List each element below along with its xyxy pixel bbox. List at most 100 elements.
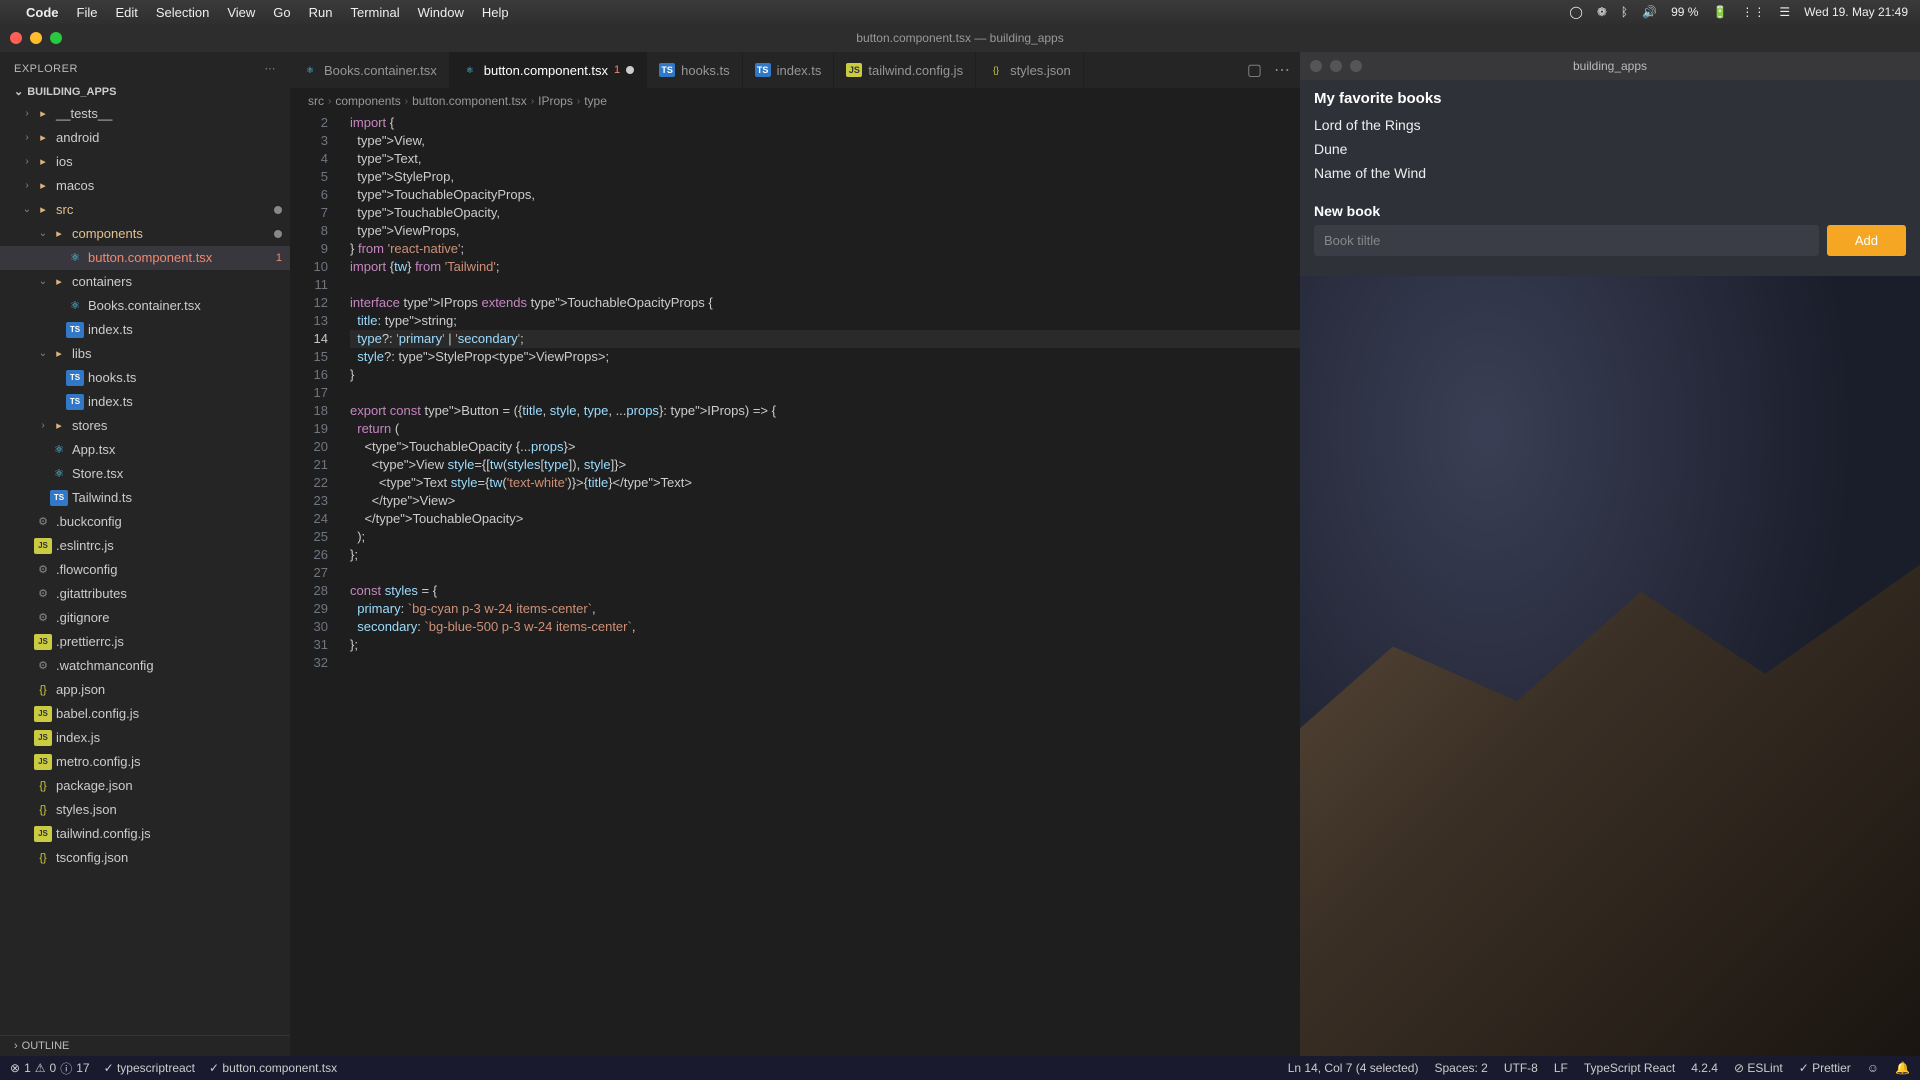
code-line[interactable]: type">Text, — [350, 150, 1300, 168]
tree-item--gitattributes[interactable]: ⚙.gitattributes — [0, 582, 290, 606]
status-icon[interactable]: ❁ — [1597, 5, 1607, 19]
tree-item-hooks-ts[interactable]: TShooks.ts — [0, 366, 290, 390]
menu-file[interactable]: File — [77, 5, 98, 20]
breadcrumb-item[interactable]: button.component.tsx — [412, 94, 527, 108]
code-line[interactable]: export const type">Button = ({title, sty… — [350, 402, 1300, 420]
tree-item-tailwind-ts[interactable]: TSTailwind.ts — [0, 486, 290, 510]
minimize-window-icon[interactable] — [30, 32, 42, 44]
code-line[interactable]: }; — [350, 546, 1300, 564]
cursor-position[interactable]: Ln 14, Col 7 (4 selected) — [1288, 1061, 1419, 1075]
tab-styles-json[interactable]: {}styles.json — [976, 52, 1084, 88]
loom-icon[interactable]: ◯ — [1569, 5, 1582, 19]
tree-item-src[interactable]: ⌄▸src — [0, 198, 290, 222]
code-line[interactable]: style?: type">StyleProp<type">ViewProps>… — [350, 348, 1300, 366]
sim-close-icon[interactable] — [1310, 60, 1322, 72]
code-line[interactable]: title: type">string; — [350, 312, 1300, 330]
tree-item-books-container-tsx[interactable]: ⚛Books.container.tsx — [0, 294, 290, 318]
battery-icon[interactable]: 🔋 — [1712, 5, 1727, 19]
breadcrumb-item[interactable]: IProps — [538, 94, 573, 108]
tree-item-components[interactable]: ⌄▸components — [0, 222, 290, 246]
code-line[interactable]: </type">View> — [350, 492, 1300, 510]
breadcrumb-item[interactable]: src — [308, 94, 324, 108]
bluetooth-icon[interactable]: ᛒ — [1621, 5, 1628, 19]
menu-selection[interactable]: Selection — [156, 5, 209, 20]
tree-item--buckconfig[interactable]: ⚙.buckconfig — [0, 510, 290, 534]
code-line[interactable]: type?: 'primary' | 'secondary'; — [350, 330, 1300, 348]
code-editor[interactable]: 2345678910111213141516171819202122232425… — [290, 114, 1300, 1056]
menu-run[interactable]: Run — [309, 5, 333, 20]
tree-item---tests--[interactable]: ›▸__tests__ — [0, 102, 290, 126]
tree-item--eslintrc-js[interactable]: JS.eslintrc.js — [0, 534, 290, 558]
code-line[interactable]: </type">TouchableOpacity> — [350, 510, 1300, 528]
encoding[interactable]: UTF-8 — [1504, 1061, 1538, 1075]
lang-check[interactable]: ✓ typescriptreact — [104, 1061, 195, 1075]
problems-indicator[interactable]: ⊗ 1 ⚠ 0 ⓘ 17 — [10, 1060, 90, 1077]
project-header[interactable]: ⌄ BUILDING_APPS — [0, 81, 290, 102]
tab-button-component-tsx[interactable]: ⚛button.component.tsx1 — [450, 52, 647, 88]
tree-item-containers[interactable]: ⌄▸containers — [0, 270, 290, 294]
eol[interactable]: LF — [1554, 1061, 1568, 1075]
control-center-icon[interactable]: ☰ — [1779, 5, 1790, 19]
code-content[interactable]: import { type">View, type">Text, type">S… — [346, 114, 1300, 1056]
code-line[interactable]: ); — [350, 528, 1300, 546]
tree-item-ios[interactable]: ›▸ios — [0, 150, 290, 174]
sim-maximize-icon[interactable] — [1350, 60, 1362, 72]
code-line[interactable] — [350, 564, 1300, 582]
breadcrumb-item[interactable]: type — [584, 94, 607, 108]
code-line[interactable]: type">TouchableOpacityProps, — [350, 186, 1300, 204]
list-item[interactable]: Dune — [1314, 137, 1906, 161]
eslint-status[interactable]: ⊘ ESLint — [1734, 1061, 1783, 1075]
split-editor-icon[interactable]: ▢ — [1247, 60, 1262, 80]
code-line[interactable] — [350, 276, 1300, 294]
list-item[interactable]: Lord of the Rings — [1314, 113, 1906, 137]
code-line[interactable]: primary: `bg-cyan p-3 w-24 items-center`… — [350, 600, 1300, 618]
indent-info[interactable]: Spaces: 2 — [1434, 1061, 1487, 1075]
prettier-status[interactable]: ✓ Prettier — [1799, 1061, 1851, 1075]
wifi-icon[interactable]: ⋮⋮ — [1741, 5, 1765, 19]
more-actions-icon[interactable]: ⋯ — [1274, 60, 1290, 80]
code-line[interactable]: type">StyleProp, — [350, 168, 1300, 186]
app-name[interactable]: Code — [26, 5, 59, 20]
code-line[interactable]: <type">TouchableOpacity {...props}> — [350, 438, 1300, 456]
code-line[interactable]: type">TouchableOpacity, — [350, 204, 1300, 222]
code-line[interactable]: import {tw} from 'Tailwind'; — [350, 258, 1300, 276]
code-line[interactable]: }; — [350, 636, 1300, 654]
code-line[interactable]: type">View, — [350, 132, 1300, 150]
tab-books-container-tsx[interactable]: ⚛Books.container.tsx — [290, 52, 450, 88]
breadcrumb-item[interactable]: components — [335, 94, 400, 108]
book-title-input[interactable] — [1314, 225, 1819, 256]
notifications-icon[interactable]: 🔔 — [1895, 1061, 1910, 1075]
tree-item-package-json[interactable]: {}package.json — [0, 774, 290, 798]
tree-item--watchmanconfig[interactable]: ⚙.watchmanconfig — [0, 654, 290, 678]
tree-item-app-json[interactable]: {}app.json — [0, 678, 290, 702]
sidebar-more-icon[interactable]: ⋯ — [265, 62, 277, 75]
tree-item-tsconfig-json[interactable]: {}tsconfig.json — [0, 846, 290, 870]
list-item[interactable]: Name of the Wind — [1314, 161, 1906, 185]
tree-item-stores[interactable]: ›▸stores — [0, 414, 290, 438]
code-line[interactable]: type">ViewProps, — [350, 222, 1300, 240]
battery-text[interactable]: 99 % — [1671, 5, 1698, 19]
tree-item--prettierrc-js[interactable]: JS.prettierrc.js — [0, 630, 290, 654]
tree-item-android[interactable]: ›▸android — [0, 126, 290, 150]
code-line[interactable]: secondary: `bg-blue-500 p-3 w-24 items-c… — [350, 618, 1300, 636]
close-window-icon[interactable] — [10, 32, 22, 44]
language-mode[interactable]: TypeScript React — [1584, 1061, 1675, 1075]
menu-terminal[interactable]: Terminal — [351, 5, 400, 20]
file-check[interactable]: ✓ button.component.tsx — [209, 1061, 337, 1075]
tree-item-metro-config-js[interactable]: JSmetro.config.js — [0, 750, 290, 774]
tree-item-macos[interactable]: ›▸macos — [0, 174, 290, 198]
ts-version[interactable]: 4.2.4 — [1691, 1061, 1718, 1075]
tree-item-store-tsx[interactable]: ⚛Store.tsx — [0, 462, 290, 486]
datetime[interactable]: Wed 19. May 21:49 — [1804, 5, 1908, 19]
tab-hooks-ts[interactable]: TShooks.ts — [647, 52, 742, 88]
tab-index-ts[interactable]: TSindex.ts — [743, 52, 835, 88]
code-line[interactable]: <type">View style={[tw(styles[type]), st… — [350, 456, 1300, 474]
code-line[interactable]: import { — [350, 114, 1300, 132]
tree-item-index-ts[interactable]: TSindex.ts — [0, 318, 290, 342]
tree-item-app-tsx[interactable]: ⚛App.tsx — [0, 438, 290, 462]
feedback-icon[interactable]: ☺ — [1867, 1061, 1879, 1075]
outline-section[interactable]: › Outline — [0, 1035, 290, 1056]
code-line[interactable]: <type">Text style={tw('text-white')}>{ti… — [350, 474, 1300, 492]
menu-window[interactable]: Window — [418, 5, 464, 20]
maximize-window-icon[interactable] — [50, 32, 62, 44]
